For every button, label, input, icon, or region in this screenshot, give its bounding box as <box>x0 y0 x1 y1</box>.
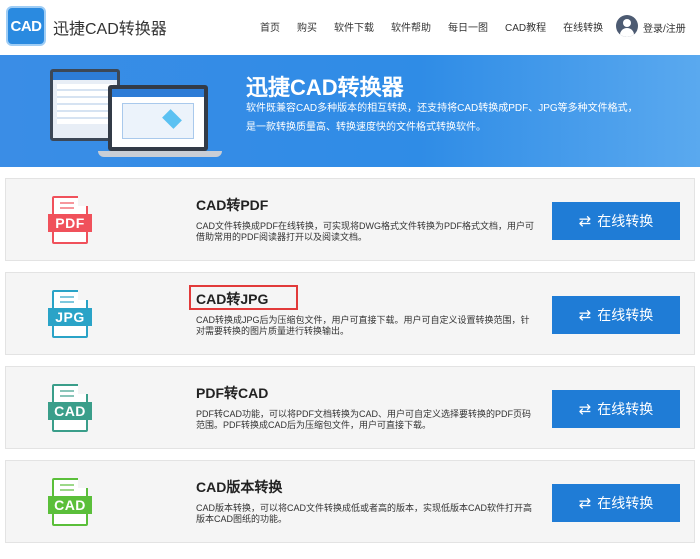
logo-icon[interactable]: CAD <box>6 6 46 46</box>
nav-item-help[interactable]: 软件帮助 <box>391 19 431 34</box>
card-description: PDF转CAD功能，可以将PDF文档转换为CAD、用户可自定义选择要转换的PDF… <box>196 409 532 430</box>
nav-item-home[interactable]: 首页 <box>260 19 280 34</box>
online-convert-button[interactable]: ⇄ 在线转换 <box>552 296 680 334</box>
service-card-cad-to-pdf: PDF CAD转PDF CAD文件转换成PDF在线转换，可实现将DWG格式文件转… <box>5 178 695 261</box>
online-convert-button[interactable]: ⇄ 在线转换 <box>552 390 680 428</box>
nav-item-download[interactable]: 软件下载 <box>334 19 374 34</box>
swap-arrows-icon: ⇄ <box>578 495 592 512</box>
cad-file-icon: CAD <box>48 478 92 526</box>
online-convert-button[interactable]: ⇄ 在线转换 <box>552 202 680 240</box>
jpg-file-icon: JPG <box>48 290 92 338</box>
service-card-cad-version: CAD CAD版本转换 CAD版本转换，可以将CAD文件转换成低或者高的版本，实… <box>5 460 695 543</box>
laptop-base <box>98 151 222 157</box>
site-header: CAD 迅捷CAD转换器 首页 购买 软件下载 软件帮助 每日一图 CAD教程 … <box>0 0 700 52</box>
card-description: CAD版本转换，可以将CAD文件转换成低或者高的版本，实现低版本CAD软件打开高… <box>196 503 533 524</box>
banner-title: 迅捷CAD转换器 <box>246 75 404 100</box>
service-card-cad-to-jpg: JPG CAD转JPG CAD转换成JPG后为压缩包文件，用户可直接下载。用户可… <box>5 272 695 355</box>
swap-arrows-icon: ⇄ <box>578 307 592 324</box>
laptop-illustration <box>108 85 208 151</box>
brand-name[interactable]: 迅捷CAD转换器 <box>53 15 167 39</box>
cad-file-icon: CAD <box>48 384 92 432</box>
swap-arrows-icon: ⇄ <box>578 213 592 230</box>
login-register-link[interactable]: 登录/注册 <box>643 20 686 35</box>
hero-banner: 迅捷CAD转换器 软件既兼容CAD多种版本的相互转换，还支持将CAD转换成PDF… <box>0 55 700 167</box>
banner-description: 软件既兼容CAD多种版本的相互转换，还支持将CAD转换成PDF、JPG等多种文件… <box>246 103 638 133</box>
nav-item-daily[interactable]: 每日一图 <box>448 19 488 34</box>
card-title[interactable]: CAD转JPG <box>196 289 268 309</box>
card-description: CAD文件转换成PDF在线转换，可实现将DWG格式文件转换为PDF格式文档，用户… <box>196 221 534 242</box>
service-card-pdf-to-cad: CAD PDF转CAD PDF转CAD功能，可以将PDF文档转换为CAD、用户可… <box>5 366 695 449</box>
nav-item-tutorial[interactable]: CAD教程 <box>505 19 546 34</box>
main-nav: 首页 购买 软件下载 软件帮助 每日一图 CAD教程 在线转换 <box>260 19 620 34</box>
pdf-file-icon: PDF <box>48 196 92 244</box>
card-description: CAD转换成JPG后为压缩包文件，用户可直接下载。用户可自定义设置转换范围，针对… <box>196 315 530 336</box>
online-convert-button[interactable]: ⇄ 在线转换 <box>552 484 680 522</box>
swap-arrows-icon: ⇄ <box>578 401 592 418</box>
card-title[interactable]: PDF转CAD <box>196 383 268 403</box>
logo-text: CAD <box>10 17 43 35</box>
card-title[interactable]: CAD版本转换 <box>196 477 282 497</box>
user-avatar-icon[interactable] <box>616 15 638 37</box>
nav-item-online[interactable]: 在线转换 <box>563 19 603 34</box>
nav-item-buy[interactable]: 购买 <box>297 19 317 34</box>
card-title[interactable]: CAD转PDF <box>196 195 268 215</box>
